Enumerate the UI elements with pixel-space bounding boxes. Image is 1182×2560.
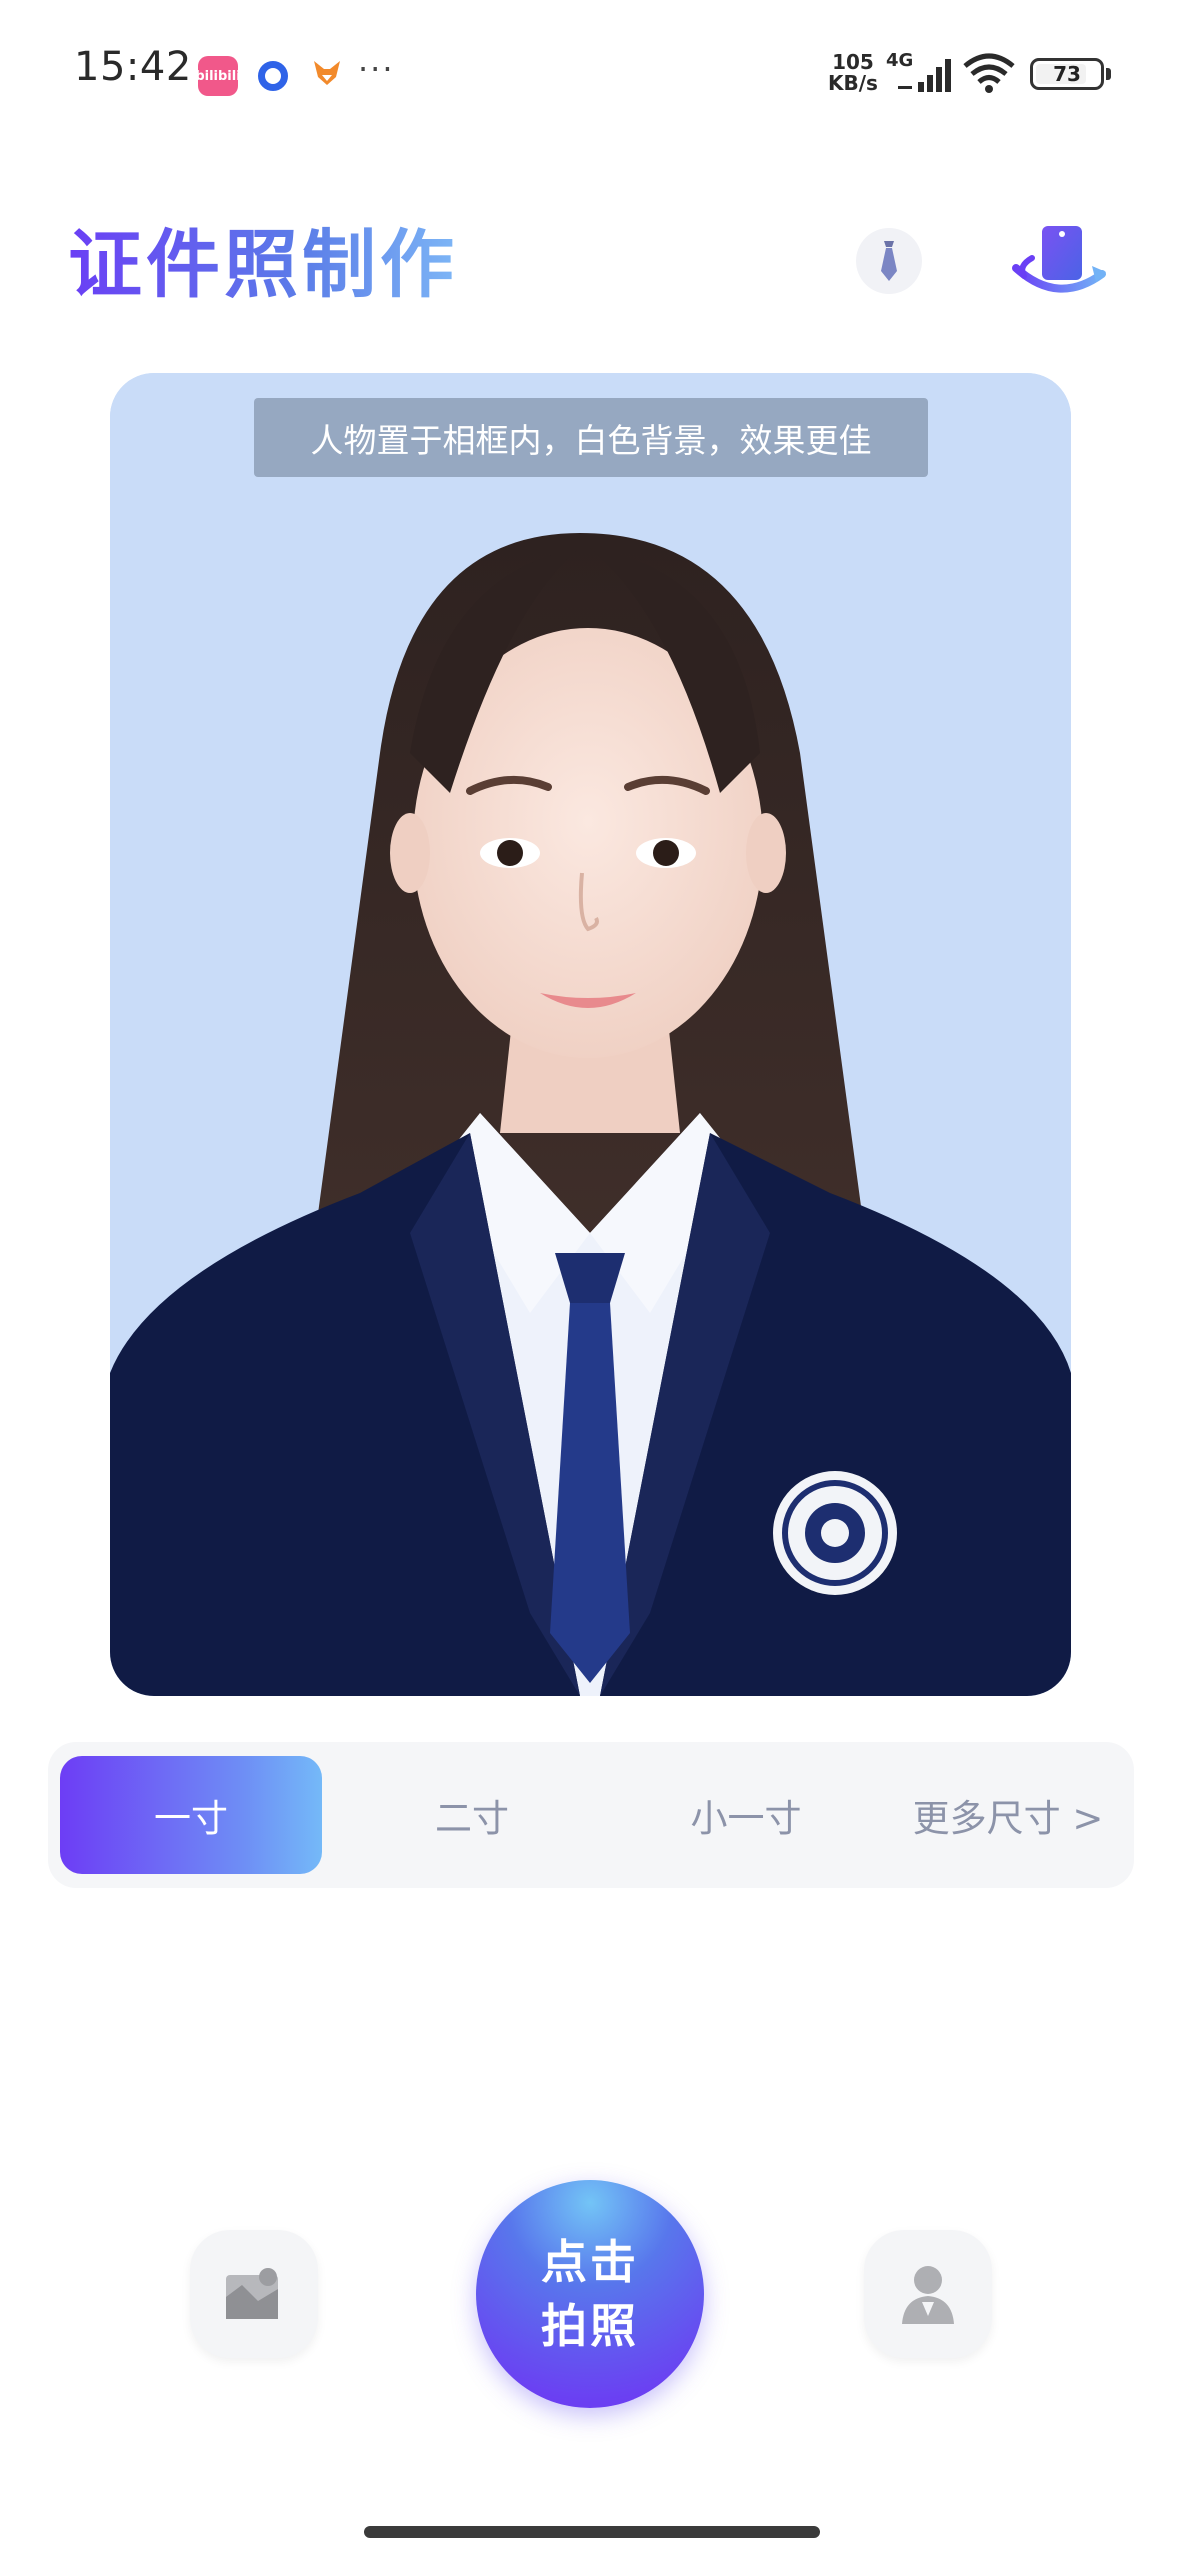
tie-button[interactable] [856,228,922,294]
tie-icon [881,241,897,281]
more-dots-icon: ··· [358,50,395,88]
size-tabs: 一寸 二寸 小一寸 更多尺寸 > [48,1742,1134,1888]
screen: 15:42 bilibili ··· 105 KB/s 4G 73 证件照制作 … [0,0,1182,2560]
wifi-icon [963,53,1015,93]
tab-2-inch[interactable]: 二寸 [348,1756,596,1874]
network-speed-value: 105 [832,50,874,74]
signal-icon [898,59,951,92]
swap-phone-button[interactable] [1010,222,1110,302]
tab-small-1-inch[interactable]: 小一寸 [622,1756,870,1874]
swap-phone-icon [1012,226,1106,293]
battery-icon: 73 [1030,58,1104,90]
status-time: 15:42 [74,44,192,90]
person-icon [902,2266,954,2324]
gallery-button[interactable] [190,2230,318,2358]
framing-hint: 人物置于相框内，白色背景，效果更佳 [254,398,928,477]
battery-tip [1106,68,1111,80]
status-bar: 15:42 bilibili ··· 105 KB/s 4G 73 [0,0,1182,150]
take-photo-label-line1: 点击 [541,2235,639,2289]
tab-1-inch[interactable]: 一寸 [60,1756,322,1874]
take-photo-button[interactable]: 点击 拍照 [476,2180,704,2408]
network-speed-unit: KB/s [828,71,878,95]
portrait-preview [110,373,1071,1696]
network-speed: 105 KB/s [828,52,878,94]
bilibili-icon: bilibili [195,56,241,96]
page-title: 证件照制作 [68,205,458,312]
circle-app-icon [258,61,288,91]
profile-button[interactable] [864,2230,992,2358]
tab-more-sizes[interactable]: 更多尺寸 > [888,1756,1128,1874]
gallery-icon [226,2268,278,2319]
home-indicator[interactable] [364,2526,820,2538]
portrait-illustration [110,373,1071,1696]
fox-icon [314,61,340,85]
take-photo-label-line2: 拍照 [541,2299,639,2353]
battery-percent: 73 [1053,62,1081,86]
